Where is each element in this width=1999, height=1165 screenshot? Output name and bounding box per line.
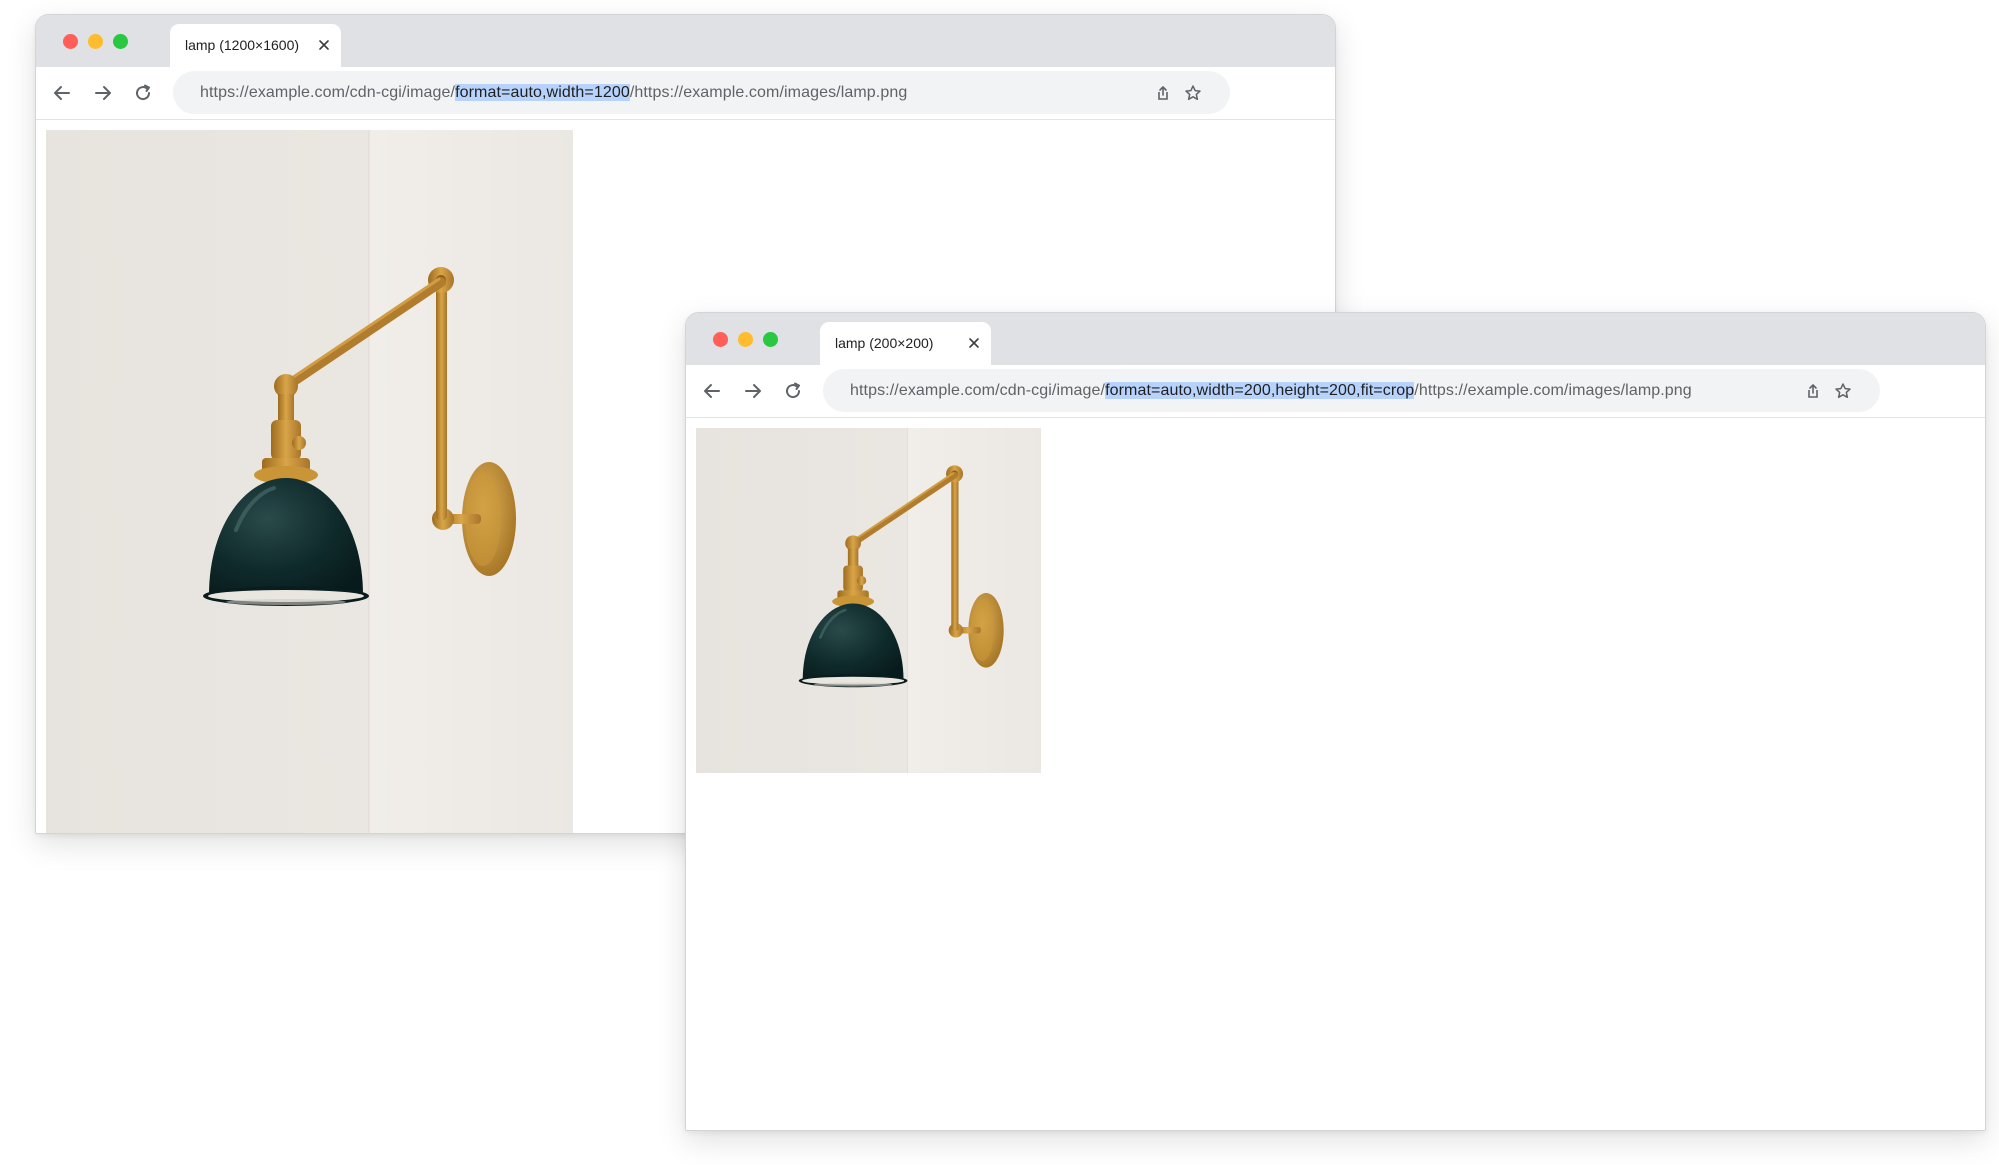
reload-icon[interactable] xyxy=(132,82,154,104)
url-prefix: https://example.com/cdn-cgi/image/ xyxy=(850,382,1106,399)
address-bar[interactable]: https://example.com/cdn-cgi/image/format… xyxy=(823,369,1880,412)
minimize-window-button[interactable] xyxy=(738,332,753,347)
browser-tab[interactable]: lamp (1200×1600) xyxy=(170,24,341,67)
maximize-window-button[interactable] xyxy=(763,332,778,347)
tab-title: lamp (200×200) xyxy=(835,335,934,351)
star-icon[interactable] xyxy=(1834,382,1852,400)
tab-title: lamp (1200×1600) xyxy=(185,37,300,53)
url-text[interactable]: https://example.com/cdn-cgi/image/format… xyxy=(200,84,907,102)
browser-toolbar: https://example.com/cdn-cgi/image/format… xyxy=(686,365,1985,418)
browser-tab[interactable]: lamp (200×200) xyxy=(820,322,991,365)
close-window-button[interactable] xyxy=(63,34,78,49)
title-bar: lamp (1200×1600) xyxy=(36,15,1335,67)
title-bar: lamp (200×200) xyxy=(686,313,1985,365)
close-icon[interactable] xyxy=(317,38,331,52)
reload-icon[interactable] xyxy=(782,380,804,402)
close-icon[interactable] xyxy=(967,336,981,350)
browser-window-200: lamp (200×200) https://example.com/cdn-c… xyxy=(685,312,1986,1131)
arrow-left-icon[interactable] xyxy=(701,380,723,402)
share-icon[interactable] xyxy=(1804,382,1822,400)
url-text[interactable]: https://example.com/cdn-cgi/image/format… xyxy=(850,382,1692,400)
star-icon[interactable] xyxy=(1184,84,1202,102)
url-suffix: /https://example.com/images/lamp.png xyxy=(1414,382,1692,399)
arrow-right-icon[interactable] xyxy=(742,380,764,402)
maximize-window-button[interactable] xyxy=(113,34,128,49)
url-suffix: /https://example.com/images/lamp.png xyxy=(629,84,908,101)
arrow-left-icon[interactable] xyxy=(51,82,73,104)
url-highlight: format=auto,width=200,height=200,fit=cro… xyxy=(1105,382,1415,399)
lamp-image xyxy=(46,130,573,833)
page-content xyxy=(686,418,1985,1130)
close-window-button[interactable] xyxy=(713,332,728,347)
url-highlight: format=auto,width=1200 xyxy=(455,84,630,101)
minimize-window-button[interactable] xyxy=(88,34,103,49)
browser-toolbar: https://example.com/cdn-cgi/image/format… xyxy=(36,67,1335,120)
url-prefix: https://example.com/cdn-cgi/image/ xyxy=(200,84,456,101)
address-bar[interactable]: https://example.com/cdn-cgi/image/format… xyxy=(173,71,1230,114)
share-icon[interactable] xyxy=(1154,84,1172,102)
arrow-right-icon[interactable] xyxy=(92,82,114,104)
lamp-image xyxy=(696,428,1041,773)
